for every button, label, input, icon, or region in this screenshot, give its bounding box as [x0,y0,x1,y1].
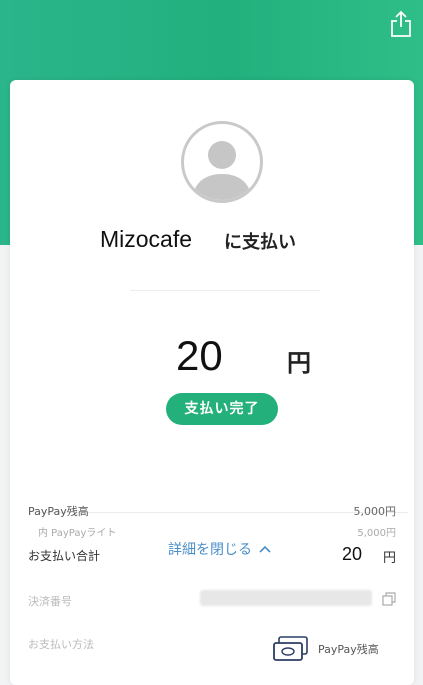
user-icon [192,141,252,200]
total-label: お支払い合計 [28,549,101,563]
balance-sub-value: 5,000円 [357,528,396,539]
avatar [181,121,263,203]
payment-method-value: PayPay残高 [318,643,379,656]
status-badge: 支払い完了 [166,393,278,425]
wallet-icon [273,636,308,661]
merchant-suffix: に支払い [224,232,296,253]
copy-icon[interactable] [382,592,396,606]
total-value: 20 [342,544,363,564]
payment-method-label: お支払い方法 [28,638,94,651]
balance-value: 5,000円 [353,505,397,518]
transaction-label: 決済番号 [28,595,72,608]
details-toggle[interactable]: 詳細を閉じる [168,539,272,559]
balance-sub-label: 内 PayPayライト [38,528,117,539]
balance-label: PayPay残高 [28,505,89,518]
merchant-name: Mizocafe [100,226,193,252]
payment-amount: 20 [176,332,223,379]
details-toggle-label: 詳細を閉じる [168,542,252,558]
transaction-number [200,590,372,606]
chevron-up-icon [259,545,271,553]
total-currency: 円 [383,551,397,566]
divider [130,290,320,291]
share-icon[interactable] [389,10,413,38]
currency-label: 円 [287,349,311,377]
